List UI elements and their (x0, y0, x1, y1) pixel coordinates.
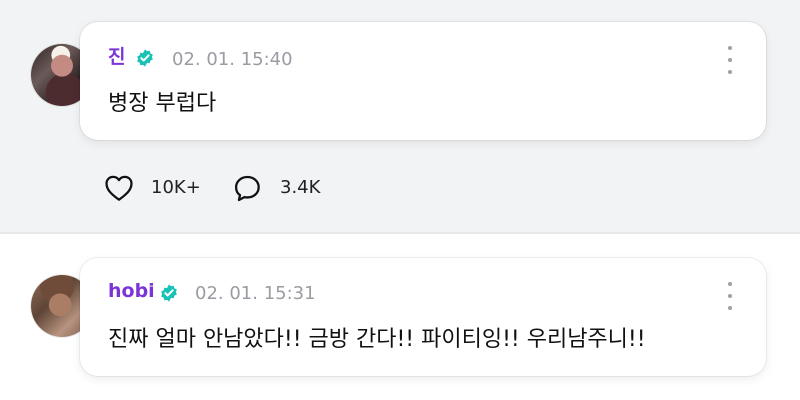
verified-badge-icon (161, 284, 177, 302)
comment-text: 병장 부럽다 (108, 91, 217, 116)
reply-count: 3.4K (280, 177, 321, 198)
heart-icon[interactable] (102, 171, 136, 205)
more-options-button[interactable] (721, 46, 739, 74)
more-options-button[interactable] (721, 282, 739, 310)
comment-card-jin[interactable]: 진 02. 01. 15:40 병장 부럽다 (80, 22, 766, 140)
more-vertical-icon (728, 282, 732, 286)
speech-bubble-icon[interactable] (231, 171, 265, 205)
more-vertical-icon (728, 306, 732, 310)
comment-username[interactable]: 진 (108, 48, 125, 67)
more-vertical-icon (728, 58, 732, 62)
like-count: 10K+ (151, 177, 201, 198)
more-vertical-icon (728, 294, 732, 298)
comment-timestamp: 02. 01. 15:31 (195, 283, 316, 304)
reply-action[interactable]: 3.4K (231, 171, 320, 205)
comment-text: 진짜 얼마 안남았다!! 금방 간다!! 파이티잉!! 우리남주니!! (108, 327, 646, 352)
comment-timestamp: 02. 01. 15:40 (172, 49, 293, 70)
like-action[interactable]: 10K+ (102, 171, 201, 205)
comment-card-hobi[interactable]: hobi 02. 01. 15:31 진짜 얼마 안남았다!! 금방 간다!! … (80, 258, 766, 376)
more-vertical-icon (728, 46, 732, 50)
comment-username[interactable]: hobi (108, 282, 155, 301)
more-vertical-icon (728, 70, 732, 74)
verified-badge-icon (137, 49, 153, 67)
